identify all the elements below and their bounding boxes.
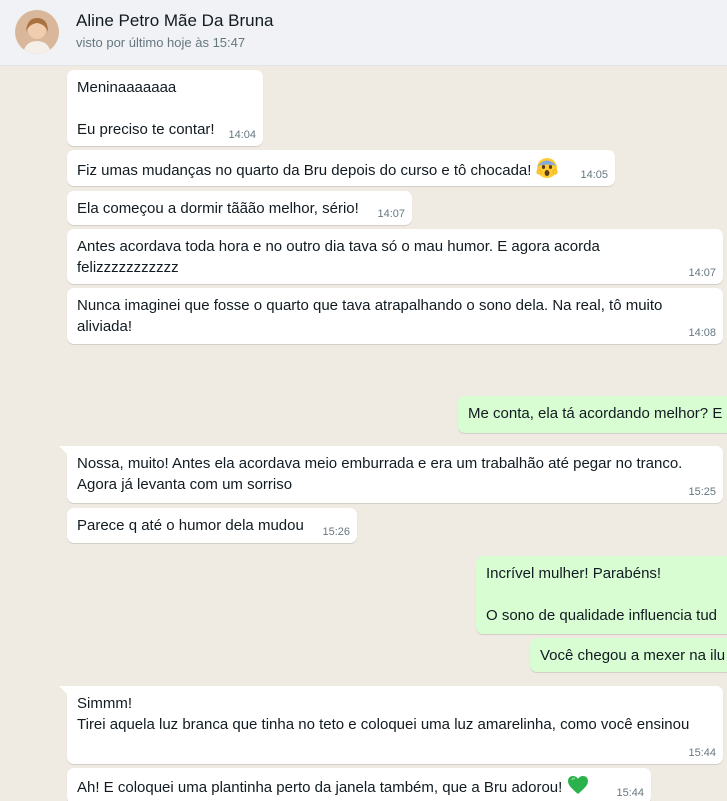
message-outgoing[interactable]: Você chegou a mexer na ilu — [530, 638, 727, 672]
message-text: Simmm! Tirei aquela luz branca que tinha… — [77, 695, 690, 733]
message-text: Ela começou a dormir tããão melhor, sério… — [77, 200, 359, 217]
chat-header[interactable]: Aline Petro Mãe Da Bruna visto por últim… — [0, 0, 727, 66]
message-incoming[interactable]: Parece q até o humor dela mudou 15:26 — [67, 508, 357, 543]
message-text: Parece q até o humor dela mudou — [77, 517, 304, 534]
scream-emoji-icon — [536, 157, 558, 185]
message-time: 14:08 — [688, 327, 716, 339]
message-time: 15:44 — [616, 787, 644, 799]
message-incoming[interactable]: Antes acordava toda hora e no outro dia … — [67, 229, 723, 284]
message-time: 15:44 — [688, 747, 716, 759]
message-outgoing[interactable]: Incrível mulher! Parabéns! O sono de qua… — [476, 556, 727, 634]
message-time: 15:25 — [688, 486, 716, 498]
message-time: 14:04 — [228, 129, 256, 141]
message-time: 14:07 — [377, 208, 405, 220]
message-outgoing[interactable]: Me conta, ela tá acordando melhor? E — [458, 396, 727, 433]
message-incoming[interactable]: Nunca imaginei que fosse o quarto que ta… — [67, 288, 723, 344]
message-text: Você chegou a mexer na ilu — [540, 647, 726, 664]
message-time: 14:07 — [688, 267, 716, 279]
message-text: Nossa, muito! Antes ela acordava meio em… — [77, 455, 683, 493]
message-incoming[interactable]: Fiz umas mudanças no quarto da Bru depoi… — [67, 150, 615, 186]
last-seen-status: visto por último hoje às 15:47 — [76, 35, 246, 50]
message-incoming[interactable]: Ela começou a dormir tããão melhor, sério… — [67, 191, 412, 225]
green-heart-icon — [567, 775, 589, 801]
message-text: Antes acordava toda hora e no outro dia … — [77, 238, 600, 276]
message-text: Fiz umas mudanças no quarto da Bru depoi… — [77, 161, 536, 179]
message-time: 15:26 — [322, 526, 350, 538]
message-text: Meninaaaaaaa Eu preciso te contar! — [77, 79, 215, 138]
message-time: 14:05 — [580, 169, 608, 181]
message-incoming[interactable]: Nossa, muito! Antes ela acordava meio em… — [67, 446, 723, 503]
message-incoming[interactable]: Meninaaaaaaa Eu preciso te contar! 14:04 — [67, 70, 263, 146]
message-incoming[interactable]: Simmm! Tirei aquela luz branca que tinha… — [67, 686, 723, 764]
message-text: Ah! E coloquei uma plantinha perto da ja… — [77, 778, 567, 796]
contact-avatar[interactable] — [15, 10, 59, 54]
message-incoming[interactable]: Ah! E coloquei uma plantinha perto da ja… — [67, 768, 651, 801]
message-text: Me conta, ela tá acordando melhor? E — [468, 405, 723, 422]
message-list[interactable]: Meninaaaaaaa Eu preciso te contar! 14:04… — [0, 66, 727, 801]
message-text: Incrível mulher! Parabéns! O sono de qua… — [486, 565, 718, 624]
message-text: Nunca imaginei que fosse o quarto que ta… — [77, 297, 663, 335]
contact-name: Aline Petro Mãe Da Bruna — [76, 11, 274, 30]
